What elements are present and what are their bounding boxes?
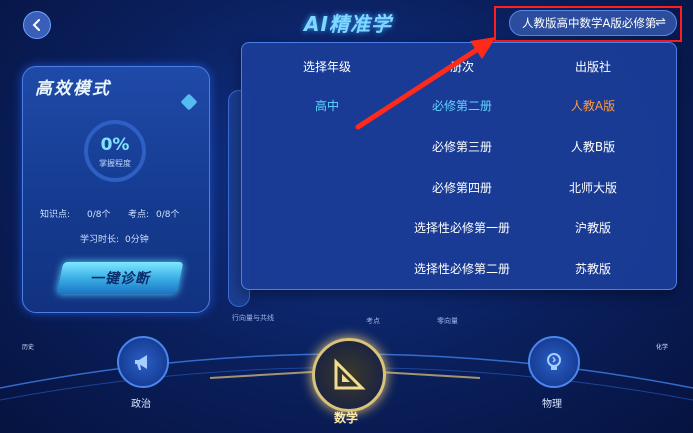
exam-label: 考点: bbox=[128, 210, 150, 220]
publisher-option[interactable]: 北师大版 bbox=[523, 179, 663, 196]
volume-option[interactable]: 选择性必修第二册 bbox=[392, 260, 532, 277]
subject-politics-label: 政治 bbox=[131, 399, 151, 410]
diagnose-button-label: 一键诊断 bbox=[90, 271, 150, 287]
subject-politics-button[interactable] bbox=[117, 336, 169, 388]
chevron-left-icon bbox=[32, 19, 40, 31]
background-text-3: 零向量 bbox=[437, 317, 458, 325]
time-value: 0分钟 bbox=[125, 235, 149, 245]
progress-label: 掌握程度 bbox=[99, 159, 131, 168]
lightbulb-icon bbox=[547, 353, 561, 370]
math-ruler-icon bbox=[334, 358, 366, 390]
page-title: AI精准学 bbox=[304, 12, 392, 36]
volume-option[interactable]: 选择性必修第一册 bbox=[392, 219, 532, 236]
card-title: 高效模式 bbox=[35, 79, 111, 99]
time-label: 学习时长: bbox=[80, 235, 120, 245]
publisher-option[interactable]: 苏教版 bbox=[523, 260, 663, 277]
exam-value: 0/8个 bbox=[156, 210, 180, 220]
diagnose-button[interactable]: 一键诊断 bbox=[56, 262, 184, 294]
publisher-option[interactable]: 人教A版 bbox=[523, 97, 663, 114]
background-text-1: 行向量与共线 bbox=[232, 314, 274, 322]
annotation-arrow bbox=[355, 37, 496, 130]
subject-math-label: 数学 bbox=[333, 411, 358, 425]
corner-subject-right[interactable]: 化学 bbox=[642, 342, 682, 351]
header-publisher: 出版社 bbox=[574, 60, 611, 74]
publisher-option[interactable]: 沪教版 bbox=[523, 219, 663, 236]
knowledge-value: 0/8个 bbox=[87, 210, 111, 220]
volume-option[interactable]: 必修第四册 bbox=[392, 179, 532, 196]
volume-option[interactable]: 必修第三册 bbox=[392, 138, 532, 155]
back-button[interactable] bbox=[23, 11, 51, 39]
highlight-box bbox=[494, 6, 682, 42]
subject-physics-button[interactable] bbox=[528, 336, 580, 388]
knowledge-label: 知识点: bbox=[40, 210, 71, 220]
subject-math-button[interactable] bbox=[312, 338, 386, 412]
subject-physics-label: 物理 bbox=[542, 399, 562, 410]
megaphone-icon bbox=[135, 355, 147, 370]
corner-subject-left[interactable]: 历史 bbox=[8, 342, 48, 351]
background-text-2: 考点 bbox=[366, 317, 380, 325]
progress-percent: 0% bbox=[100, 135, 130, 155]
publisher-option[interactable]: 人教B版 bbox=[523, 138, 663, 155]
